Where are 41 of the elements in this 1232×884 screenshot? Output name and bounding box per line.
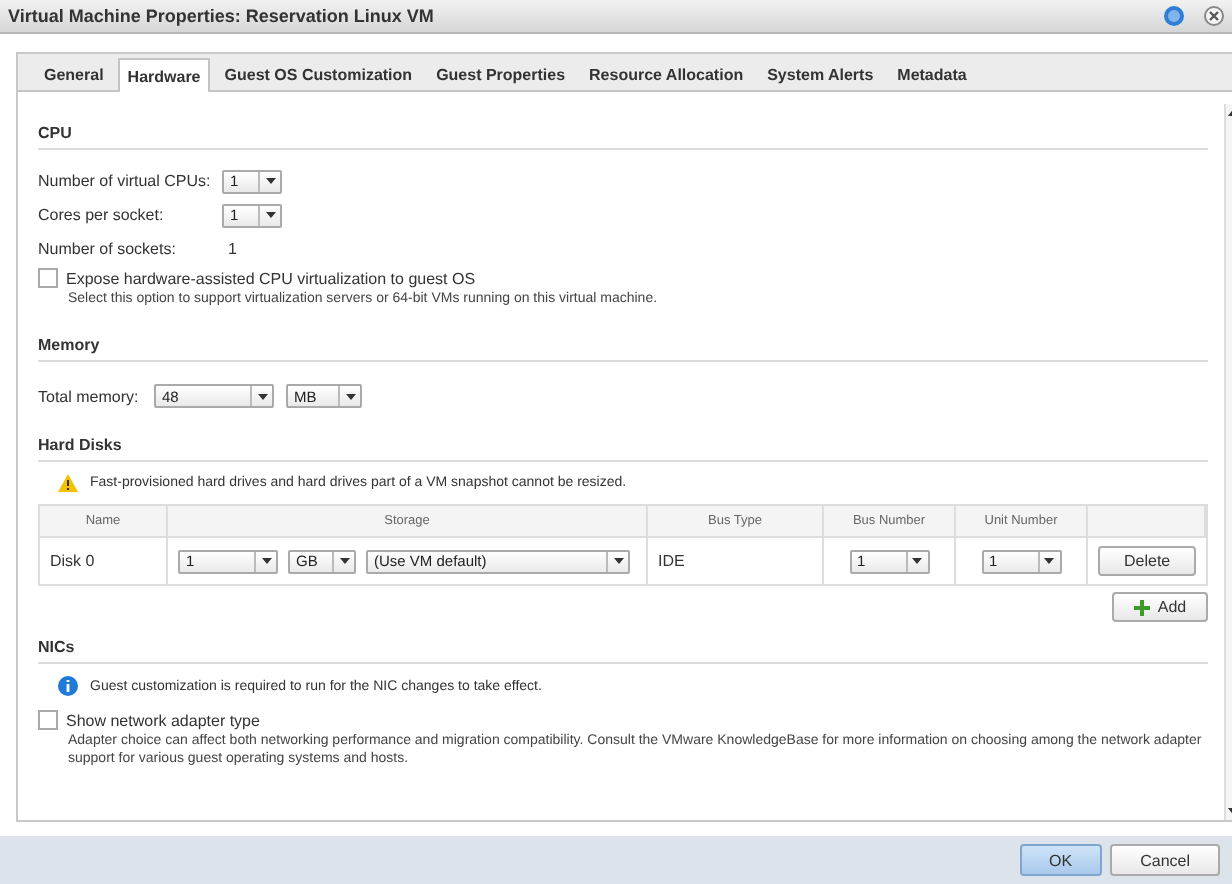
checkbox[interactable] [38,710,58,730]
field-label: Number of virtual CPUs: [38,172,213,190]
section-heading: NICs [38,638,1209,664]
checkbox-label: Expose hardware-assisted CPU virtualization to guest OS [66,269,476,287]
delete-button[interactable]: Delete [1098,546,1197,576]
window-title: Virtual Machine Properties: Reservation Linux VM [8,6,436,26]
info-icon [58,676,78,696]
dialog-button[interactable]: Cancel [1110,844,1220,876]
field-label: Total memory: [38,387,141,405]
caret-icon [912,558,922,564]
close-icon[interactable] [1204,6,1224,26]
tab[interactable]: Guest OS Customization [214,58,423,90]
field-value: 1 [226,240,237,258]
section-heading: CPU [38,124,1209,150]
caret-icon [265,178,275,184]
caret-icon [257,393,267,399]
checkbox[interactable] [38,268,58,288]
caret-icon [265,212,275,218]
checkbox-label: Show network adapter type [66,711,260,729]
field-label: Cores per socket: [38,206,166,224]
tab[interactable]: Hardware [117,58,211,92]
help-icon[interactable] [1164,6,1184,26]
section-heading: Memory [38,336,1209,362]
add-button[interactable]: Add [1111,592,1209,622]
tab[interactable]: Resource Allocation [579,58,754,90]
caret-icon [345,393,355,399]
plus-icon [1133,599,1150,615]
field-label: Number of sockets: [38,240,178,258]
tab[interactable]: Metadata [887,58,977,90]
tab[interactable]: General [34,58,114,90]
caret-icon [261,558,271,564]
caret-icon [613,558,623,564]
table-cell: IDE [658,552,685,570]
tab[interactable]: Guest Properties [426,58,576,90]
caret-icon [1044,558,1054,564]
caret-icon [339,558,349,564]
tab[interactable]: System Alerts [757,58,884,90]
warning-icon [58,474,78,492]
section-heading: Hard Disks [38,436,1209,462]
table-cell: Disk 0 [50,552,95,570]
dialog-button[interactable]: OK [1019,844,1103,876]
